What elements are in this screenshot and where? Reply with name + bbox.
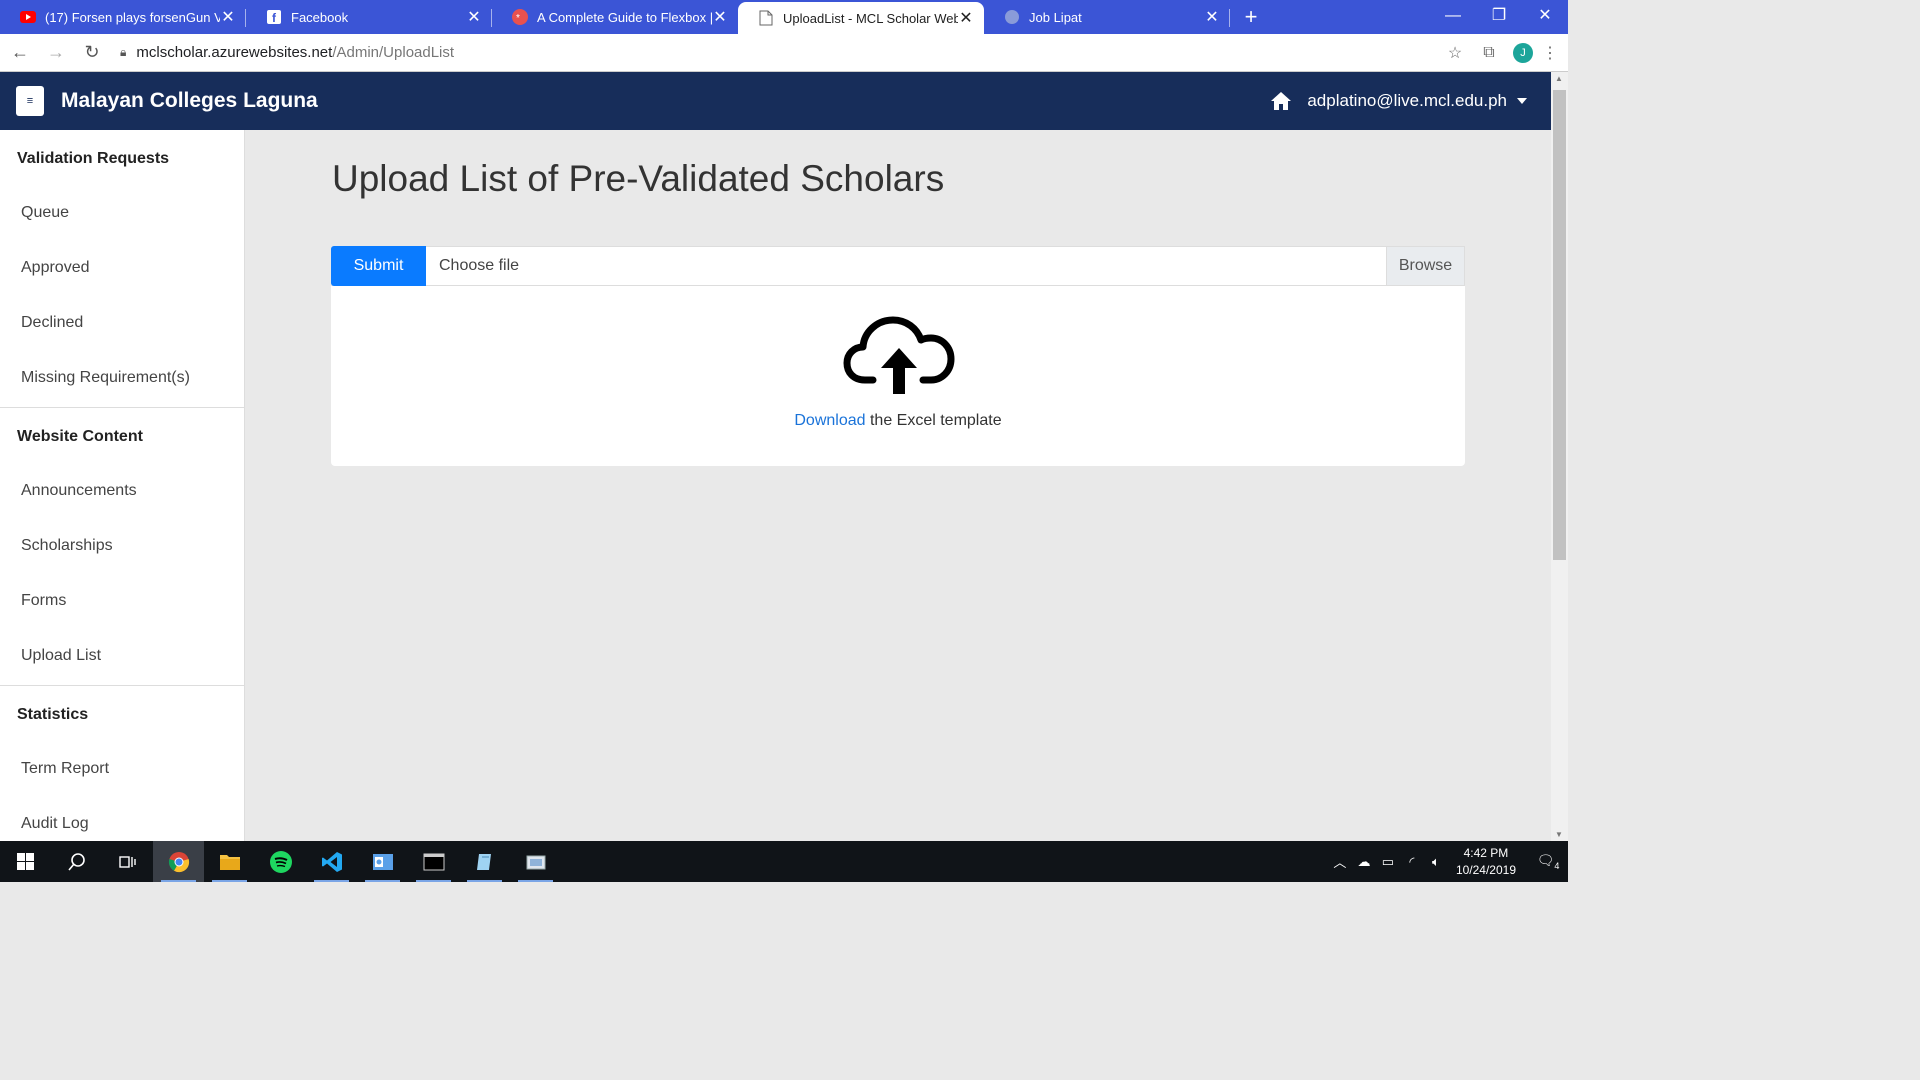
notification-center-icon[interactable]: 🗨︎4 — [1528, 852, 1568, 871]
spotify-icon[interactable] — [255, 841, 306, 882]
chevron-up-icon[interactable]: ︿ — [1328, 852, 1352, 871]
file-input[interactable]: Choose file Browse — [426, 246, 1465, 286]
browser-tab-facebook[interactable]: f Facebook ✕ — [246, 0, 492, 34]
battery-icon[interactable]: ▭ — [1376, 854, 1400, 870]
sidebar-item-upload-list[interactable]: Upload List — [0, 628, 244, 683]
vscode-icon[interactable] — [306, 841, 357, 882]
browser-tab-uploadlist[interactable]: UploadList - MCL Scholar Websit ✕ — [738, 2, 984, 34]
tab-title: Job Lipat — [1029, 9, 1082, 25]
onedrive-icon[interactable]: ☁ — [1352, 854, 1376, 870]
clock-date: 10/24/2019 — [1455, 862, 1516, 877]
sidebar-item-forms[interactable]: Forms — [0, 573, 244, 628]
windows-start-icon[interactable] — [0, 841, 51, 882]
chrome-icon[interactable] — [153, 841, 204, 882]
close-icon[interactable]: ✕ — [466, 7, 482, 27]
sidebar: Validation Requests Queue Approved Decli… — [0, 130, 245, 841]
submit-button[interactable]: Submit — [331, 246, 426, 286]
close-icon[interactable]: ✕ — [958, 8, 974, 28]
home-icon[interactable] — [1270, 90, 1292, 112]
volume-icon[interactable]: 🔈︎ — [1424, 854, 1448, 870]
address-bar[interactable]: 🔒︎ mclscholar.azurewebsites.net /Admin/U… — [116, 38, 1438, 68]
page-icon — [758, 10, 774, 26]
site-navbar: ≡ Malayan Colleges Laguna adplatino@live… — [0, 72, 1551, 130]
clock-time: 4:42 PM — [1463, 845, 1509, 860]
close-icon[interactable]: ✕ — [1204, 7, 1220, 27]
download-text: the Excel template — [865, 412, 1002, 429]
tab-title: Facebook — [291, 9, 349, 25]
cloud-upload-icon — [843, 316, 955, 394]
browser-tab-flexbox[interactable]: * A Complete Guide to Flexbox | C ✕ — [492, 0, 738, 34]
upload-form: Submit Choose file Browse — [331, 246, 1465, 286]
close-icon[interactable]: ✕ — [220, 7, 236, 27]
sidebar-item-missing-requirements[interactable]: Missing Requirement(s) — [0, 350, 244, 405]
scroll-up-icon[interactable]: ▲ — [1555, 74, 1563, 83]
clock[interactable]: 4:42 PM 10/24/2019 — [1456, 845, 1516, 879]
menu-dots-icon[interactable]: ⋮ — [1540, 43, 1560, 63]
browser-tab-youtube[interactable]: (17) Forsen plays forsenGun V1 - ✕ — [0, 0, 246, 34]
upload-dropzone: Download the Excel template — [331, 286, 1465, 466]
chevron-down-icon[interactable] — [1517, 98, 1527, 104]
app-window-icon[interactable] — [510, 841, 561, 882]
sidebar-item-scholarships[interactable]: Scholarships — [0, 518, 244, 573]
main-content: Upload List of Pre-Validated Scholars Su… — [245, 130, 1551, 841]
tab-title: A Complete Guide to Flexbox | C — [537, 9, 712, 25]
tab-title: UploadList - MCL Scholar Websit — [783, 10, 958, 26]
task-view-icon[interactable] — [102, 841, 153, 882]
extension-icon[interactable]: ⧉ — [1472, 44, 1506, 62]
minimize-icon[interactable]: ― — [1430, 0, 1476, 34]
terminal-icon[interactable] — [408, 841, 459, 882]
new-tab-button[interactable]: + — [1240, 4, 1262, 30]
sidebar-item-declined[interactable]: Declined — [0, 295, 244, 350]
browse-button[interactable]: Browse — [1386, 247, 1464, 285]
notification-count: 4 — [1554, 860, 1560, 871]
sidebar-section-title: Statistics — [17, 706, 89, 723]
system-tray: ︿ ☁ ▭ ◜ 🔈︎ 4:42 PM 10/24/2019 🗨︎4 — [1328, 845, 1568, 879]
outlook-icon[interactable] — [357, 841, 408, 882]
browser-toolbar: ← → ↻ 🔒︎ mclscholar.azurewebsites.net /A… — [0, 34, 1568, 72]
sidebar-toggle-button[interactable]: ≡ — [16, 86, 44, 116]
file-input-placeholder: Choose file — [439, 257, 520, 274]
tab-title: (17) Forsen plays forsenGun V1 - — [45, 9, 220, 25]
scrollbar-thumb[interactable] — [1553, 90, 1566, 560]
profile-avatar[interactable]: J — [1513, 42, 1533, 63]
youtube-icon — [20, 9, 36, 25]
browser-tab-strip: (17) Forsen plays forsenGun V1 - ✕ f Fac… — [0, 0, 1568, 34]
sidebar-section-title: Validation Requests — [17, 150, 170, 167]
download-link[interactable]: Download — [794, 412, 865, 429]
user-menu[interactable]: adplatino@live.mcl.edu.ph — [1307, 91, 1507, 111]
reload-icon[interactable]: ↻ — [76, 37, 108, 69]
sidebar-item-term-report[interactable]: Term Report — [0, 741, 244, 796]
back-icon[interactable]: ← — [4, 37, 36, 69]
windows-taskbar: ︿ ☁ ▭ ◜ 🔈︎ 4:42 PM 10/24/2019 🗨︎4 — [0, 841, 1568, 882]
svg-text:*: * — [516, 13, 520, 24]
url-host: mclscholar.azurewebsites.net — [136, 44, 333, 61]
scroll-down-icon[interactable]: ▼ — [1555, 830, 1563, 839]
browser-tab-joblipat[interactable]: Job Lipat ✕ — [984, 0, 1230, 34]
globe-icon — [1004, 9, 1020, 25]
close-icon[interactable]: ✕ — [712, 7, 728, 27]
download-template-line: Download the Excel template — [331, 412, 1465, 430]
brand-title[interactable]: Malayan Colleges Laguna — [61, 89, 318, 113]
notepad-icon[interactable] — [459, 841, 510, 882]
sidebar-section-title: Website Content — [17, 428, 143, 445]
css-tricks-icon: * — [512, 9, 528, 25]
file-explorer-icon[interactable] — [204, 841, 255, 882]
sidebar-item-announcements[interactable]: Announcements — [0, 463, 244, 518]
sidebar-item-audit-log[interactable]: Audit Log — [0, 796, 244, 841]
facebook-icon: f — [266, 9, 282, 25]
restore-icon[interactable]: ❐ — [1476, 0, 1522, 34]
close-window-icon[interactable]: ✕ — [1522, 0, 1568, 34]
wifi-icon[interactable]: ◜ — [1400, 854, 1424, 870]
sidebar-item-approved[interactable]: Approved — [0, 240, 244, 295]
url-path: /Admin/UploadList — [332, 44, 455, 61]
lock-icon: 🔒︎ — [120, 45, 127, 59]
bookmark-star-icon[interactable]: ☆ — [1438, 43, 1472, 63]
sidebar-item-queue[interactable]: Queue — [0, 185, 244, 240]
forward-icon[interactable]: → — [40, 37, 72, 69]
search-icon[interactable] — [51, 841, 102, 882]
page-scrollbar[interactable]: ▲ ▼ — [1551, 72, 1568, 841]
window-controls: ― ❐ ✕ — [1430, 0, 1568, 34]
page-title: Upload List of Pre-Validated Scholars — [332, 158, 945, 199]
